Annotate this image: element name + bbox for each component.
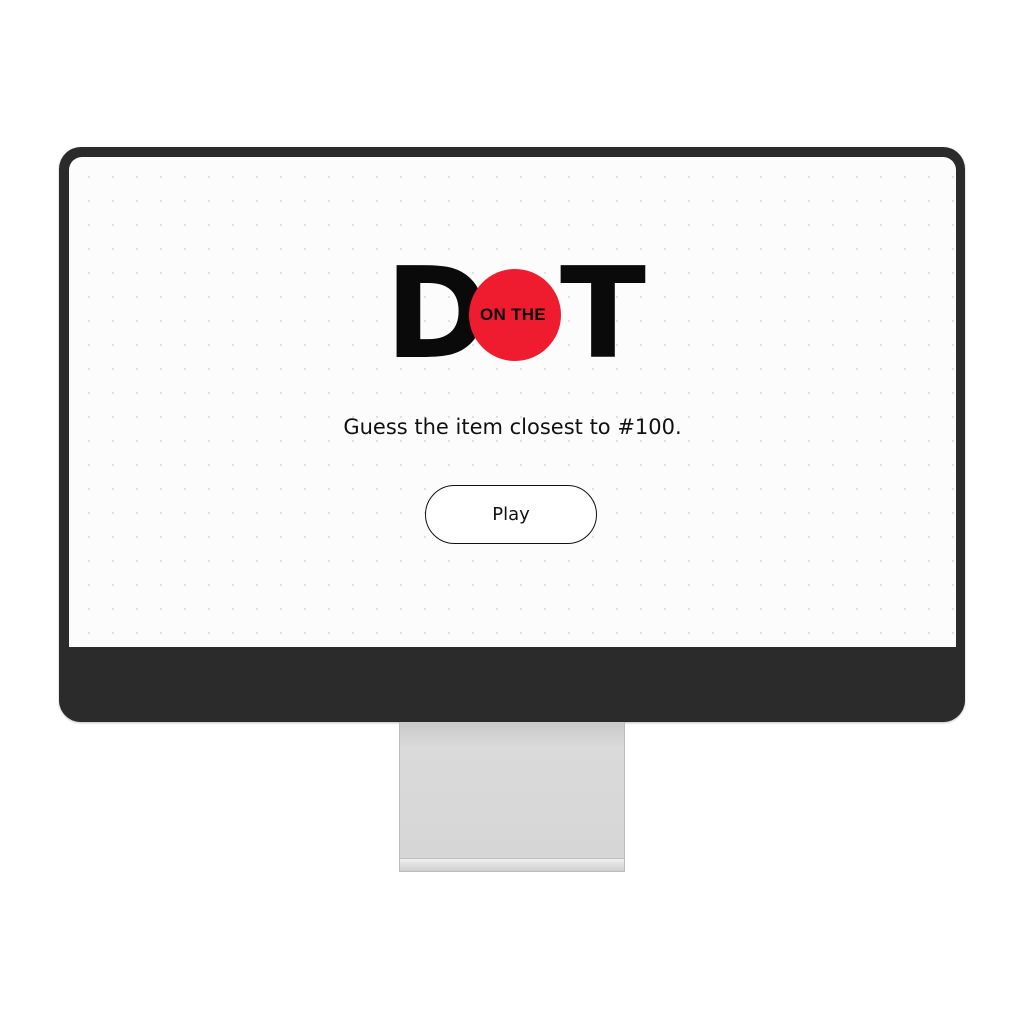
logo-dot-text: ON THE	[479, 305, 547, 324]
monitor-chin	[59, 648, 965, 722]
monitor-screen: D ON THE T Guess the item closest to #10…	[69, 157, 956, 647]
on-the-dot-logo: D ON THE T	[385, 251, 646, 377]
game-prompt: Guess the item closest to #100.	[343, 415, 682, 439]
logo-letter-t: T	[560, 240, 646, 387]
play-button[interactable]: Play	[425, 485, 597, 544]
monitor-stand	[399, 722, 625, 860]
play-button-label: Play	[492, 504, 530, 525]
logo-red-dot: ON THE	[469, 269, 561, 361]
desktop-scene: D ON THE T Guess the item closest to #10…	[0, 0, 1024, 1024]
monitor-stand-base	[399, 858, 625, 872]
